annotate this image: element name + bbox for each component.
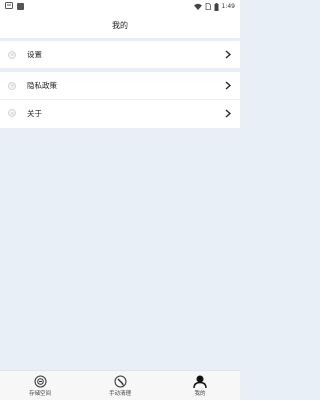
- battery-icon: [214, 2, 219, 11]
- about-row[interactable]: 关于: [0, 99, 240, 126]
- settings-label: 设置: [27, 50, 42, 59]
- chevron-right-icon: [224, 50, 232, 60]
- user-icon: [193, 374, 207, 388]
- info-group: 隐私政策 关于: [0, 72, 240, 128]
- tab-mine-label: 我的: [194, 391, 206, 397]
- tab-storage[interactable]: 存储空间: [0, 374, 80, 397]
- tab-mine[interactable]: 我的: [160, 374, 240, 397]
- no-sim-icon: [205, 3, 211, 10]
- notification-icon: [5, 2, 13, 11]
- privacy-policy-label: 隐私政策: [27, 81, 57, 90]
- about-dot-icon: [8, 109, 16, 117]
- tab-storage-label: 存储空间: [28, 391, 51, 397]
- page-title: 我的: [112, 21, 128, 30]
- storage-icon: [33, 374, 47, 388]
- status-left: [5, 2, 24, 11]
- settings-dot-icon: [8, 50, 16, 59]
- app-square-icon: [17, 3, 24, 10]
- settings-row[interactable]: 设置: [0, 41, 240, 68]
- status-time: 1:49: [221, 3, 235, 10]
- chevron-right-icon: [224, 108, 232, 118]
- privacy-policy-row[interactable]: 隐私政策: [0, 72, 240, 99]
- tab-manual-clean[interactable]: 手动清理: [80, 374, 160, 397]
- about-label: 关于: [27, 108, 42, 118]
- status-right: 1:49: [193, 2, 235, 11]
- status-bar: 1:49: [0, 0, 240, 13]
- tab-manual-clean-label: 手动清理: [108, 391, 131, 397]
- tab-bar: 存储空间 手动清理 我的: [0, 370, 240, 400]
- privacy-dot-icon: [8, 81, 16, 90]
- settings-group: 设置: [0, 41, 240, 68]
- header: 我的: [0, 13, 240, 38]
- broom-icon: [113, 374, 127, 388]
- wifi-icon: [193, 3, 202, 10]
- chevron-right-icon: [224, 81, 232, 91]
